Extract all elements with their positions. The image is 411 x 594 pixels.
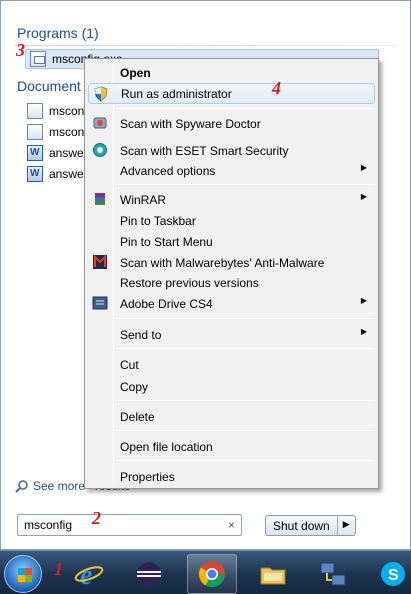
shutdown-button[interactable]: Shut down [266,516,338,535]
menu-item-label: Pin to Start Menu [120,234,213,249]
search-input[interactable]: msconfig × [17,514,242,536]
menu-separator [117,108,375,109]
menu-item-adobe-drive[interactable]: Adobe Drive CS4 ▶ [88,293,375,314]
shutdown-options-arrow[interactable]: ▶ [338,516,355,535]
taskbar: e S 1 [0,550,411,594]
menu-separator [117,184,375,185]
menu-item-label: Send to [120,327,162,342]
menu-item-copy[interactable]: Copy [88,376,375,397]
eclipse-icon [137,562,161,586]
document-result[interactable]: msconfi [27,101,90,121]
menu-separator [117,460,375,461]
menu-item-label: Scan with ESET Smart Security [120,143,289,158]
word-document-icon [27,145,43,161]
menu-item-label: Delete [120,409,155,424]
menu-item-scan-malwarebytes[interactable]: Scan with Malwarebytes' Anti-Malware [88,252,375,273]
menu-item-label: WinRAR [120,192,167,207]
menu-item-open-file-location[interactable]: Open file location [88,436,375,457]
document-result[interactable]: answer [27,164,88,184]
menu-item-label: Open [120,65,151,80]
programs-header: Programs (1) [17,25,99,41]
annotation-4: 4 [272,78,281,98]
spyware-doctor-icon [92,115,108,131]
menu-item-scan-eset[interactable]: Scan with ESET Smart Security [88,140,375,161]
uac-shield-icon [93,86,109,102]
search-input-value: msconfig [24,518,73,532]
document-result-label: answer [49,146,88,160]
annotation-1: 1 [54,559,63,579]
documents-header: Document [17,78,81,94]
menu-item-properties[interactable]: Properties [88,466,375,487]
msconfig-app-icon [30,51,46,67]
submenu-arrow-icon: ▶ [360,296,367,305]
submenu-arrow-icon: ▶ [360,163,367,172]
menu-item-label: Open file location [120,439,213,454]
context-menu: Open Run as administrator Scan with Spyw… [84,58,379,489]
see-more-label: See more [33,479,86,493]
annotation-3: 3 [16,40,25,60]
adobe-drive-icon [92,295,108,311]
menu-item-label: Advanced options [120,163,216,178]
menu-item-label: Properties [120,469,175,484]
taskbar-skype[interactable]: S [368,554,411,594]
programs-divider [15,45,396,46]
menu-item-pin-to-start-menu[interactable]: Pin to Start Menu [88,231,375,252]
menu-separator [117,430,375,431]
document-result-label: answer [49,167,88,181]
skype-icon: S [381,562,405,586]
submenu-arrow-icon: ▶ [360,327,367,336]
word-document-icon [27,166,43,182]
annotation-2: 2 [92,508,101,528]
document-result[interactable]: answer [27,143,88,163]
menu-item-delete[interactable]: Delete [88,406,375,427]
clear-search-icon[interactable]: × [228,518,235,532]
menu-item-label: Scan with Spyware Doctor [120,116,261,131]
menu-item-label: Pin to Taskbar [120,213,196,228]
taskbar-file-explorer[interactable] [248,554,298,594]
taskbar-network[interactable] [308,554,358,594]
internet-explorer-icon: e [74,560,104,589]
svg-text:e: e [80,560,92,589]
document-icon [27,103,43,119]
menu-item-label: Restore previous versions [120,275,259,290]
menu-item-label: Cut [120,357,139,372]
menu-item-cut[interactable]: Cut [88,354,375,375]
menu-separator [117,400,375,401]
menu-item-run-as-administrator[interactable]: Run as administrator [88,83,375,104]
taskbar-chrome[interactable] [187,554,237,594]
document-result[interactable]: msconfi [27,122,90,142]
shutdown-button-group: Shut down ▶ [265,515,356,536]
start-orb-icon [18,568,32,582]
network-icon [320,562,346,586]
winrar-icon [92,191,108,207]
menu-item-advanced-options[interactable]: Advanced options ▶ [88,160,375,181]
menu-item-pin-to-taskbar[interactable]: Pin to Taskbar [88,210,375,231]
menu-item-send-to[interactable]: Send to ▶ [88,324,375,345]
menu-separator [117,318,375,319]
menu-item-label: Run as administrator [121,86,232,101]
search-icon [15,480,28,493]
menu-item-scan-spyware-doctor[interactable]: Scan with Spyware Doctor [88,113,375,134]
menu-item-restore-previous-versions[interactable]: Restore previous versions [88,272,375,293]
menu-item-label: Adobe Drive CS4 [120,296,213,311]
menu-item-winrar[interactable]: WinRAR ▶ [88,189,375,210]
svg-text:S: S [388,567,399,584]
taskbar-internet-explorer[interactable]: e [64,554,114,594]
start-orb-button[interactable] [4,555,42,593]
malwarebytes-icon [92,254,108,270]
taskbar-eclipse[interactable] [124,554,174,594]
chrome-icon [198,561,226,588]
menu-item-label: Copy [120,379,149,394]
file-explorer-icon [260,567,286,585]
menu-item-label: Scan with Malwarebytes' Anti-Malware [120,255,325,270]
document-icon [27,124,43,140]
menu-item-open[interactable]: Open [88,62,375,83]
menu-separator [117,348,375,349]
eset-icon [92,142,108,158]
submenu-arrow-icon: ▶ [360,192,367,201]
